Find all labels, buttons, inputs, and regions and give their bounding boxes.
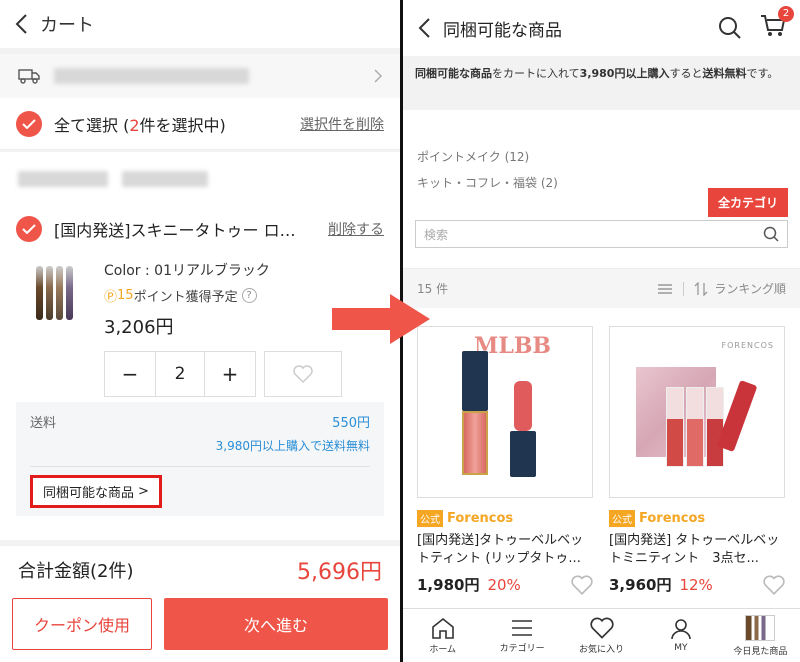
back-icon[interactable] (14, 13, 28, 35)
delete-selected-link[interactable]: 選択件を削除 (300, 114, 384, 134)
product-card[interactable]: FORENCOS 公式 Forencos [国内発送] タトゥーベルベットミニテ… (609, 326, 785, 595)
product-image[interactable]: FORENCOS (609, 326, 785, 498)
cart-button[interactable]: 2 (760, 6, 794, 42)
recent-product-thumbnail (745, 614, 776, 641)
product-discount: 20% (487, 575, 521, 594)
back-icon[interactable] (417, 17, 431, 39)
free-shipping-banner: 同梱可能な商品をカートに入れて3,980円以上購入すると送料無料です。 (403, 56, 800, 110)
total-amount: 5,696円 (297, 560, 382, 585)
bundle-panel: 同梱可能な商品 2 同梱可能な商品をカートに入れて3,980円以上購入すると送料… (403, 0, 800, 662)
decrease-button[interactable]: − (105, 352, 155, 396)
coupon-button[interactable]: クーポン使用 (12, 598, 152, 650)
shipping-label: 送料 (30, 416, 57, 431)
address-redacted (54, 68, 249, 84)
page-title: 同梱可能な商品 (443, 20, 562, 41)
product-grid: MLBB 公式 Forencos [国内発送]タトゥーベルベットティント (リッ… (403, 308, 800, 595)
next-button[interactable]: 次へ進む (164, 598, 388, 650)
item-name[interactable]: [国内発送]スキニータトゥー ロングラ... (54, 217, 304, 241)
page-title: カート (40, 15, 94, 36)
nav-recently-viewed[interactable]: 今日見た商品 (721, 609, 800, 662)
search-icon (763, 226, 779, 242)
item-color: Color : 01リアルブラック (104, 263, 270, 279)
cart-item-row: [国内発送]スキニータトゥー ロングラ... 削除する (0, 206, 400, 252)
bundle-header: 同梱可能な商品 2 (403, 0, 800, 56)
product-price: 3,960円 (609, 576, 672, 594)
search-input[interactable]: 検索 (415, 220, 788, 248)
select-all-row: 全て選択 (2件を選択中) 選択件を削除 (0, 98, 400, 150)
official-badge: 公式 (417, 510, 443, 527)
sort-select[interactable]: ランキング順 (714, 280, 786, 297)
product-image-brand-text: FORENCOS (721, 341, 774, 350)
truck-icon (18, 69, 40, 84)
check-icon (22, 118, 36, 129)
point-coin-icon: Ⓟ (104, 290, 118, 305)
favorite-button[interactable] (264, 351, 342, 397)
list-view-icon[interactable] (657, 283, 673, 295)
user-icon (671, 619, 691, 640)
menu-icon (512, 619, 533, 636)
shop-name-redacted-2 (122, 171, 208, 187)
nav-my[interactable]: MY (641, 609, 720, 662)
product-name[interactable]: [国内発送] タトゥーベルベットミニティント 3点セ... (609, 532, 785, 568)
shipping-fee: 550円 (332, 416, 370, 431)
heart-icon (293, 365, 313, 383)
bundle-products-button[interactable]: 同梱可能な商品 > (30, 475, 162, 508)
official-badge: 公式 (609, 510, 635, 527)
bottom-nav: ホーム カテゴリー お気に入り MY 今日見た商品 (403, 608, 800, 662)
annotation-arrow-icon (332, 294, 430, 344)
brand-name[interactable]: Forencos (639, 511, 705, 526)
shop-name-row (0, 152, 400, 206)
heart-icon[interactable] (571, 574, 593, 595)
increase-button[interactable]: + (205, 352, 255, 396)
heart-icon[interactable] (763, 574, 785, 595)
product-discount: 12% (679, 575, 713, 594)
sort-icon (694, 281, 708, 296)
item-points: Ⓟ 15 ポイント獲得予定 ? (104, 286, 342, 305)
product-thumbnail[interactable] (24, 266, 84, 326)
cart-count-badge: 2 (778, 6, 794, 22)
search-icon[interactable] (718, 16, 742, 40)
category-item[interactable]: ポイントメイク (12) (417, 148, 786, 174)
select-all-label: 全て選択 (2件を選択中) (54, 115, 226, 135)
chevron-right-icon (374, 69, 382, 83)
nav-favorites[interactable]: お気に入り (562, 609, 641, 662)
category-area: ポイントメイク (12) キット・コフレ・福袋 (2) 全カテゴリ 検索 (403, 110, 800, 260)
quantity-stepper: − 2 + (104, 351, 256, 397)
delete-item-link[interactable]: 削除する (328, 219, 384, 239)
product-price: 1,980円 (417, 576, 480, 594)
select-all-checkbox[interactable] (16, 110, 42, 137)
total-label: 合計金額(2件) (18, 561, 134, 582)
shop-name-redacted (18, 171, 108, 187)
chevron-right-icon: > (138, 484, 149, 499)
home-icon (431, 617, 454, 639)
nav-home[interactable]: ホーム (403, 609, 482, 662)
item-checkbox[interactable] (16, 216, 42, 242)
product-name[interactable]: [国内発送]タトゥーベルベットティント (リップタトゥ... (417, 532, 593, 568)
item-price: 3,206円 (104, 317, 174, 338)
heart-icon (589, 617, 614, 639)
cart-header: カート (0, 0, 400, 48)
all-categories-button[interactable]: 全カテゴリ (707, 188, 788, 217)
total-row: 合計金額(2件) 5,696円 (0, 540, 400, 594)
product-card[interactable]: MLBB 公式 Forencos [国内発送]タトゥーベルベットティント (リッ… (417, 326, 593, 595)
free-shipping-note: 3,980円以上購入で送料無料 (215, 439, 370, 453)
result-toolbar: 15 件 ランキング順 (403, 268, 800, 308)
quantity-value[interactable]: 2 (155, 352, 205, 396)
shipping-box: 送料 550円 3,980円以上購入で送料無料 同梱可能な商品 > (16, 402, 384, 516)
product-image[interactable]: MLBB (417, 326, 593, 498)
delivery-address-row[interactable] (0, 54, 400, 98)
check-icon (22, 224, 36, 234)
help-icon[interactable]: ? (241, 288, 257, 303)
brand-name[interactable]: Forencos (447, 511, 513, 526)
nav-category[interactable]: カテゴリー (482, 609, 561, 662)
